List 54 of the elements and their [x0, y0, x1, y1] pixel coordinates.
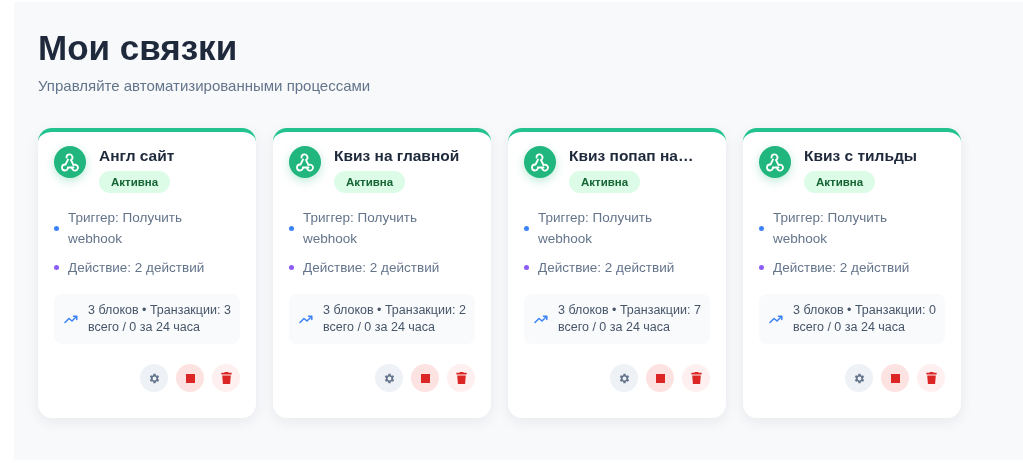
detail-text: Триггер: Получить webhook: [538, 209, 653, 248]
webhook-icon: [54, 146, 86, 178]
workflow-name: Квиз с тильды: [804, 147, 918, 165]
gear-icon: [382, 371, 396, 385]
workflow-name: Англ сайт: [99, 147, 175, 165]
status-badge: Активна: [334, 171, 406, 193]
page-subtitle: Управляйте автоматизированными процессами: [38, 77, 372, 94]
gear-icon: [852, 371, 866, 385]
trash-icon: [220, 372, 232, 384]
page-title: Мои связки: [38, 28, 239, 68]
webhook-icon: [524, 146, 556, 178]
stop-icon: [420, 373, 430, 383]
trend-icon: [534, 314, 548, 324]
stop-icon: [655, 373, 665, 383]
trend-icon: [64, 314, 78, 324]
stop-icon: [185, 373, 195, 383]
detail-text: Триггер: Получить webhook: [773, 209, 888, 248]
delete-button[interactable]: [917, 364, 945, 392]
settings-button[interactable]: [845, 364, 873, 392]
trend-icon: [299, 314, 313, 324]
status-badge: Активна: [569, 171, 641, 193]
detail-text: Триггер: Получить webhook: [68, 209, 183, 248]
stop-button[interactable]: [881, 364, 909, 392]
gear-icon: [147, 371, 161, 385]
detail-text: Действие: 2 действий: [538, 259, 676, 277]
stop-button[interactable]: [176, 364, 204, 392]
detail-text: Действие: 2 действий: [773, 259, 911, 277]
detail-text: Действие: 2 действий: [68, 259, 206, 277]
webhook-icon: [289, 146, 321, 178]
delete-button[interactable]: [447, 364, 475, 392]
stop-button[interactable]: [411, 364, 439, 392]
delete-button[interactable]: [682, 364, 710, 392]
status-badge: Активна: [99, 171, 171, 193]
workflow-name: Квиз попап на…: [569, 147, 694, 165]
stats-text: 3 блоков • Транзакции: 3 всего / 0 за 24 часа: [88, 302, 232, 336]
webhook-icon: [759, 146, 791, 178]
stats-text: 3 блоков • Транзакции: 7 всего / 0 за 24 часа: [558, 302, 702, 336]
settings-button[interactable]: [375, 364, 403, 392]
trash-icon: [925, 372, 937, 384]
settings-button[interactable]: [140, 364, 168, 392]
stop-button[interactable]: [646, 364, 674, 392]
gear-icon: [617, 371, 631, 385]
stop-icon: [890, 373, 900, 383]
trash-icon: [690, 372, 702, 384]
trash-icon: [455, 372, 467, 384]
stats-text: 3 блоков • Транзакции: 2 всего / 0 за 24 часа: [323, 302, 467, 336]
trend-icon: [769, 314, 783, 324]
delete-button[interactable]: [212, 364, 240, 392]
detail-text: Триггер: Получить webhook: [303, 209, 418, 248]
settings-button[interactable]: [610, 364, 638, 392]
stats-text: 3 блоков • Транзакции: 0 всего / 0 за 24 часа: [793, 302, 937, 336]
workflow-name: Квиз на главной: [334, 147, 460, 165]
status-badge: Активна: [804, 171, 876, 193]
detail-text: Действие: 2 действий: [303, 259, 441, 277]
